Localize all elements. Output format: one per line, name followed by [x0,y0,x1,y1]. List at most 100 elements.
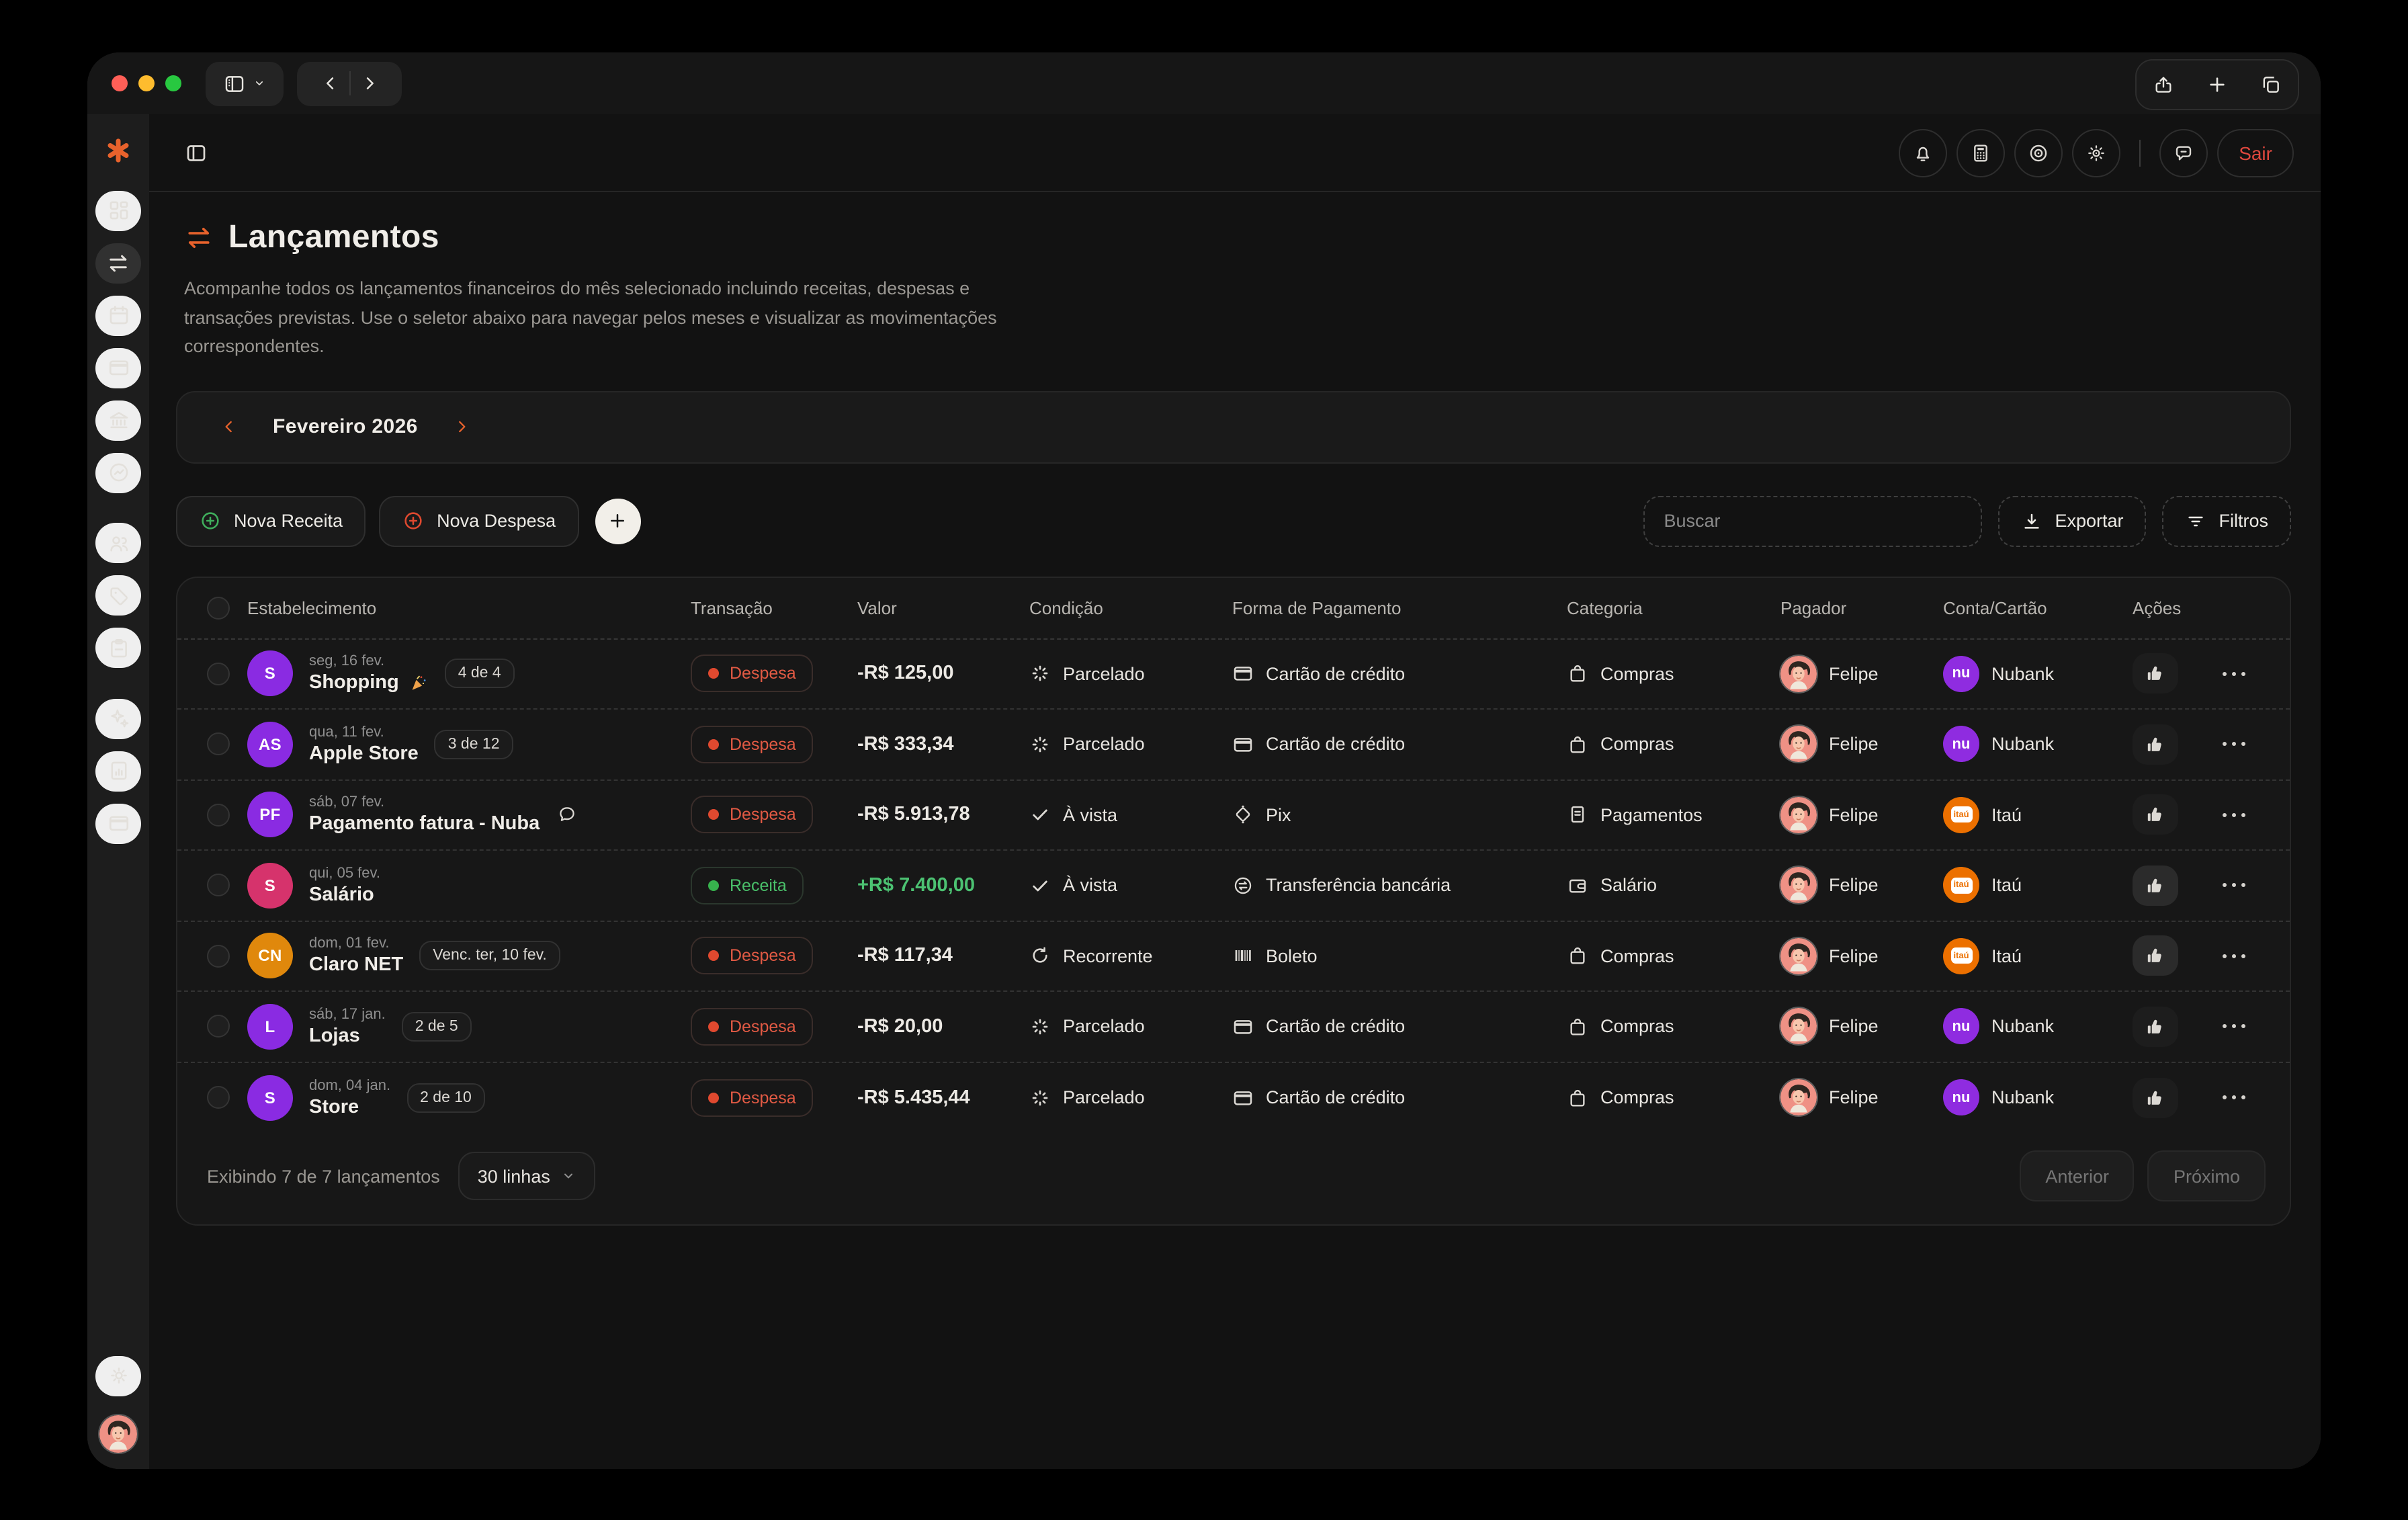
confirm-thumb-button[interactable] [2133,1006,2178,1047]
tab-overview-button[interactable] [2260,74,2282,95]
sidebar-item-dashboard[interactable] [95,190,141,230]
browser-sidebar-toggle[interactable] [206,61,284,105]
transaction-type-badge: Despesa [691,796,814,834]
row-checkbox[interactable] [207,1015,230,1038]
confirm-thumb-button[interactable] [2133,1077,2178,1118]
minimize-window-button[interactable] [138,75,155,91]
export-button[interactable]: Exportar [1998,495,2147,546]
sidebar-item-credit-cards[interactable] [95,347,141,388]
row-menu-button[interactable] [2223,671,2246,676]
next-month-button[interactable] [447,413,476,441]
row-menu-button[interactable] [2223,1024,2246,1029]
shopping-bag-icon [1567,945,1588,967]
category-label: Salário [1600,875,1658,896]
previous-page-button[interactable]: Anterior [2020,1150,2135,1201]
cell-valor: -R$ 117,34 [857,945,1029,967]
previous-page-label: Anterior [2045,1166,2109,1186]
calculator-button[interactable] [1956,128,2006,177]
confirm-thumb-button[interactable] [2133,724,2178,765]
confirm-thumb-button[interactable] [2133,935,2178,976]
transaction-date: qua, 11 fev. [309,724,384,741]
sidebar-item-investments[interactable] [95,452,141,493]
sidebar-item-users[interactable] [95,523,141,563]
payer-face [1780,656,1817,692]
account-name: Nubank [1991,1016,2055,1037]
cell-condicao: Parcelado [1029,1016,1232,1038]
notifications-button[interactable] [1899,128,1948,177]
forward-icon [359,74,378,93]
next-page-button[interactable]: Próximo [2147,1150,2266,1201]
nubank-logo: nu [1943,1008,1979,1045]
sidebar-item-tags[interactable] [95,575,141,616]
row-menu-button[interactable] [2223,812,2246,817]
sidebar-item-transactions[interactable] [95,243,141,283]
new-income-label: Nova Receita [234,511,343,531]
share-button[interactable] [2153,74,2174,95]
loader-icon [1029,663,1051,685]
row-menu-button[interactable] [2223,883,2246,888]
close-window-button[interactable] [112,75,128,91]
column-forma-pagamento: Forma de Pagamento [1232,597,1402,618]
select-all-checkbox[interactable] [207,596,230,619]
new-tab-button[interactable] [2206,74,2228,95]
filters-button[interactable]: Filtros [2162,495,2291,546]
row-checkbox[interactable] [207,944,230,968]
row-menu-button[interactable] [2223,954,2246,958]
confirm-thumb-button[interactable] [2133,653,2178,694]
condition-label: Parcelado [1063,734,1145,755]
row-checkbox[interactable] [207,662,230,685]
cell-estabelecimento: Lsáb, 17 jan. Lojas 2 de 5 [247,1003,691,1050]
cell-valor: -R$ 20,00 [857,1016,1029,1038]
panel-toggle-button[interactable] [184,140,208,165]
cell-transacao: Receita [691,866,857,904]
cell-select [177,944,247,968]
sidebar-item-reports[interactable] [95,751,141,791]
row-menu-button[interactable] [2223,1095,2246,1100]
back-button[interactable] [320,74,339,93]
cell-select [177,662,247,685]
confirm-thumb-button[interactable] [2133,865,2178,906]
new-income-button[interactable]: Nova Receita [176,495,366,546]
cell-select [177,1015,247,1038]
confirm-thumb-button[interactable] [2133,794,2178,835]
transaction-type-badge: Despesa [691,1079,814,1117]
clipboard-icon [107,636,130,659]
logout-button[interactable]: Sair [2217,128,2294,177]
row-checkbox[interactable] [207,732,230,756]
sidebar-item-calendar[interactable] [95,295,141,335]
sidebar-item-cards[interactable] [95,803,141,843]
itau-logo-inner: itaú [1950,877,1972,894]
sidebar-item-notes[interactable] [95,628,141,668]
rows-per-page-select[interactable]: 30 linhas [458,1152,596,1200]
row-checkbox[interactable] [207,1086,230,1109]
transaction-type-label: Receita [730,876,787,895]
trend-circle-icon [107,461,130,484]
column-acoes: Ações [2133,597,2182,618]
privacy-button[interactable] [2014,128,2063,177]
quick-add-button[interactable] [595,498,641,544]
sidebar-user-avatar[interactable] [99,1415,137,1453]
row-menu-button[interactable] [2223,742,2246,747]
new-expense-button[interactable]: Nova Despesa [379,495,579,546]
cell-pagador: Felipe [1780,656,1943,692]
zoom-window-button[interactable] [165,75,181,91]
transaction-type-label: Despesa [730,734,796,754]
row-checkbox[interactable] [207,803,230,827]
type-dot [708,950,719,962]
sidebar-item-settings[interactable] [95,1355,141,1396]
theme-button[interactable] [2072,128,2121,177]
forward-button[interactable] [359,74,378,93]
previous-month-button[interactable] [215,413,243,441]
sidebar-item-ai[interactable] [95,698,141,738]
payer-face [1780,938,1817,974]
cell-acoes [2133,1006,2290,1047]
titlebar-right-group [2135,59,2299,110]
feedback-button[interactable] [2159,128,2208,177]
sidebar-item-banks[interactable] [95,400,141,440]
condition-label: À vista [1063,875,1118,896]
search-input[interactable] [1643,495,1983,546]
cell-conta-cartao: nu Nubank [1943,1008,2133,1045]
cell-acoes [2133,865,2290,906]
payer-avatar [1780,1080,1817,1116]
row-checkbox[interactable] [207,874,230,897]
